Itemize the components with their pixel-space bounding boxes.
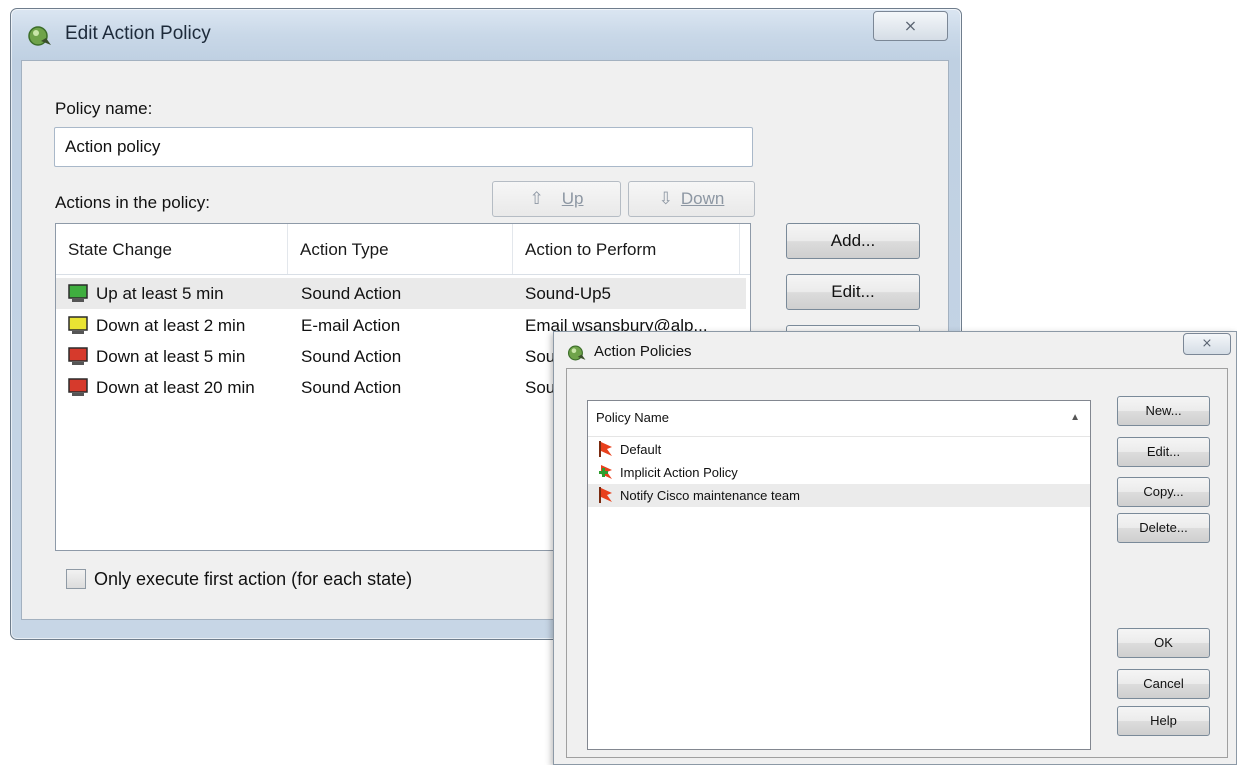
policy-name: Default bbox=[620, 442, 662, 457]
edit-policy-button[interactable]: Edit... bbox=[1117, 437, 1210, 467]
red-monitor-icon bbox=[68, 347, 88, 365]
ok-button[interactable]: OK bbox=[1117, 628, 1210, 658]
column-action-type[interactable]: Action Type bbox=[288, 224, 513, 274]
close-button[interactable]: ⨯ bbox=[1183, 333, 1231, 355]
title-bar[interactable]: Edit Action Policy bbox=[11, 9, 961, 61]
action-row[interactable]: Up at least 5 min Sound Action Sound-Up5 bbox=[56, 278, 746, 309]
action-policies-window: Action Policies ⨯ Policy Name ▲ Default … bbox=[553, 331, 1237, 765]
window-title: Edit Action Policy bbox=[65, 23, 211, 44]
state-change-cell: Up at least 5 min bbox=[96, 284, 224, 303]
state-change-cell: Down at least 5 min bbox=[96, 347, 246, 366]
action-to-perform-cell: Sound-Up5 bbox=[525, 284, 612, 303]
sort-ascending-icon: ▲ bbox=[1070, 412, 1080, 423]
actions-label: Actions in the policy: bbox=[55, 193, 210, 212]
column-state-change[interactable]: State Change bbox=[56, 224, 288, 274]
policy-row[interactable]: Notify Cisco maintenance team bbox=[588, 484, 1090, 507]
app-icon bbox=[28, 26, 51, 46]
policy-row[interactable]: Default bbox=[588, 438, 1090, 461]
policy-flag-icon bbox=[599, 441, 612, 457]
down-arrow-icon: ⇩ bbox=[658, 189, 673, 208]
close-button[interactable]: ⨯ bbox=[873, 11, 948, 41]
edit-button[interactable]: Edit... bbox=[786, 274, 920, 310]
red-monitor-icon bbox=[68, 378, 88, 396]
actions-list-header: State Change Action Type Action to Perfo… bbox=[56, 224, 750, 275]
app-icon bbox=[567, 345, 586, 361]
policy-name-input[interactable]: Action policy bbox=[54, 127, 753, 167]
state-change-cell: Down at least 20 min bbox=[96, 378, 255, 397]
policy-flag-icon bbox=[599, 487, 612, 503]
copy-policy-button[interactable]: Copy... bbox=[1117, 477, 1210, 507]
policy-name: Implicit Action Policy bbox=[620, 465, 738, 480]
window-title: Action Policies bbox=[594, 343, 692, 360]
yellow-monitor-icon bbox=[68, 316, 88, 334]
policy-list[interactable]: Policy Name ▲ Default Implicit Action Po… bbox=[587, 400, 1091, 750]
action-type-cell: Sound Action bbox=[301, 284, 402, 303]
first-action-checkbox[interactable] bbox=[66, 569, 86, 589]
new-policy-button[interactable]: New... bbox=[1117, 396, 1210, 426]
up-button[interactable]: ⇧ Up bbox=[492, 181, 621, 217]
delete-policy-button[interactable]: Delete... bbox=[1117, 513, 1210, 543]
down-button[interactable]: ⇩ Down bbox=[628, 181, 755, 217]
add-button[interactable]: Add... bbox=[786, 223, 920, 259]
policy-flag-plus-icon bbox=[599, 465, 612, 479]
action-type-cell: Sound Action bbox=[301, 347, 402, 366]
green-monitor-icon bbox=[68, 284, 88, 302]
policy-row[interactable]: Implicit Action Policy bbox=[588, 461, 1090, 484]
state-change-cell: Down at least 2 min bbox=[96, 316, 246, 335]
policy-name-column-header[interactable]: Policy Name ▲ bbox=[588, 401, 1090, 437]
policy-name-label: Policy name: bbox=[55, 99, 153, 118]
cancel-button[interactable]: Cancel bbox=[1117, 669, 1210, 699]
policy-name: Notify Cisco maintenance team bbox=[620, 488, 800, 503]
action-type-cell: E-mail Action bbox=[301, 316, 401, 335]
action-type-cell: Sound Action bbox=[301, 378, 402, 397]
first-action-checkbox-label[interactable]: Only execute first action (for each stat… bbox=[94, 569, 412, 590]
policy-name-column-label: Policy Name bbox=[596, 410, 669, 425]
column-action-to-perform[interactable]: Action to Perform bbox=[513, 224, 740, 274]
up-arrow-icon: ⇧ bbox=[529, 189, 544, 208]
help-button[interactable]: Help bbox=[1117, 706, 1210, 736]
